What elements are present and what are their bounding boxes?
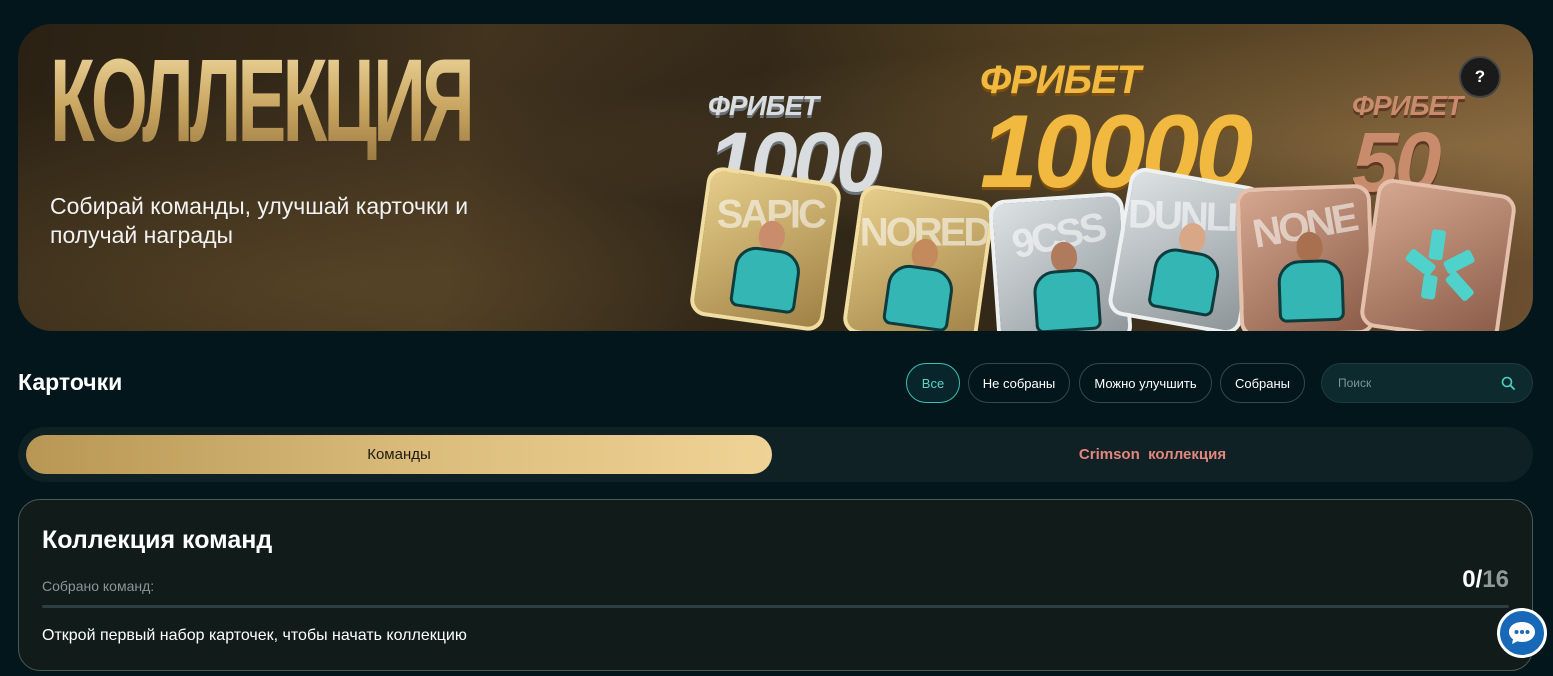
question-icon: ? [1474, 67, 1486, 86]
filter-all-button[interactable]: Все [906, 363, 960, 403]
hero-team-logo-card [1358, 176, 1518, 331]
chat-button[interactable] [1497, 608, 1547, 658]
hero-subtitle: Собирай команды, улучшай карточки и полу… [50, 193, 469, 248]
collection-tabs: Команды Crimson коллекция [18, 427, 1533, 482]
team-collection-panel: Коллекция команд Собрано команд: 0/16 От… [18, 499, 1533, 671]
panel-title: Коллекция команд [42, 526, 273, 554]
hero-title: КОЛЛЕКЦИЯ [50, 35, 475, 167]
filter-collected-button[interactable]: Собраны [1220, 363, 1305, 403]
filter-not-collected-button[interactable]: Не собраны [968, 363, 1070, 403]
search-input[interactable] [1338, 364, 1498, 402]
player-illustration [1030, 239, 1103, 331]
collection-progress-bar [42, 605, 1509, 608]
player-illustration [1146, 217, 1227, 319]
search-box [1321, 363, 1533, 403]
filter-upgradable-button[interactable]: Можно улучшить [1079, 363, 1212, 403]
collection-hero-banner: КОЛЛЕКЦИЯ Собирай команды, улучшай карто… [18, 24, 1533, 331]
player-illustration [728, 216, 807, 316]
hero-player-card: NORED [841, 183, 996, 331]
help-button[interactable]: ? [1459, 56, 1501, 98]
team-logo-icon [1397, 225, 1486, 305]
search-icon[interactable] [1501, 376, 1515, 390]
hero-player-card: NONE [1235, 183, 1376, 331]
cards-section-title: Карточки [18, 369, 123, 395]
collected-count: 0 [1462, 566, 1476, 593]
player-illustration [881, 234, 960, 331]
chat-icon [1509, 622, 1535, 644]
hero-player-card: SAPIC [688, 165, 843, 331]
tab-teams[interactable]: Команды [26, 435, 772, 474]
tab-crimson-collection[interactable]: Crimson коллекция [780, 435, 1525, 474]
collected-label: Собрано команд: [42, 578, 155, 594]
collected-counter: 0/16 [1462, 566, 1509, 594]
total-count: 16 [1482, 566, 1509, 593]
collection-hint: Открой первый набор карточек, чтобы нача… [42, 627, 467, 644]
player-illustration [1276, 231, 1346, 325]
